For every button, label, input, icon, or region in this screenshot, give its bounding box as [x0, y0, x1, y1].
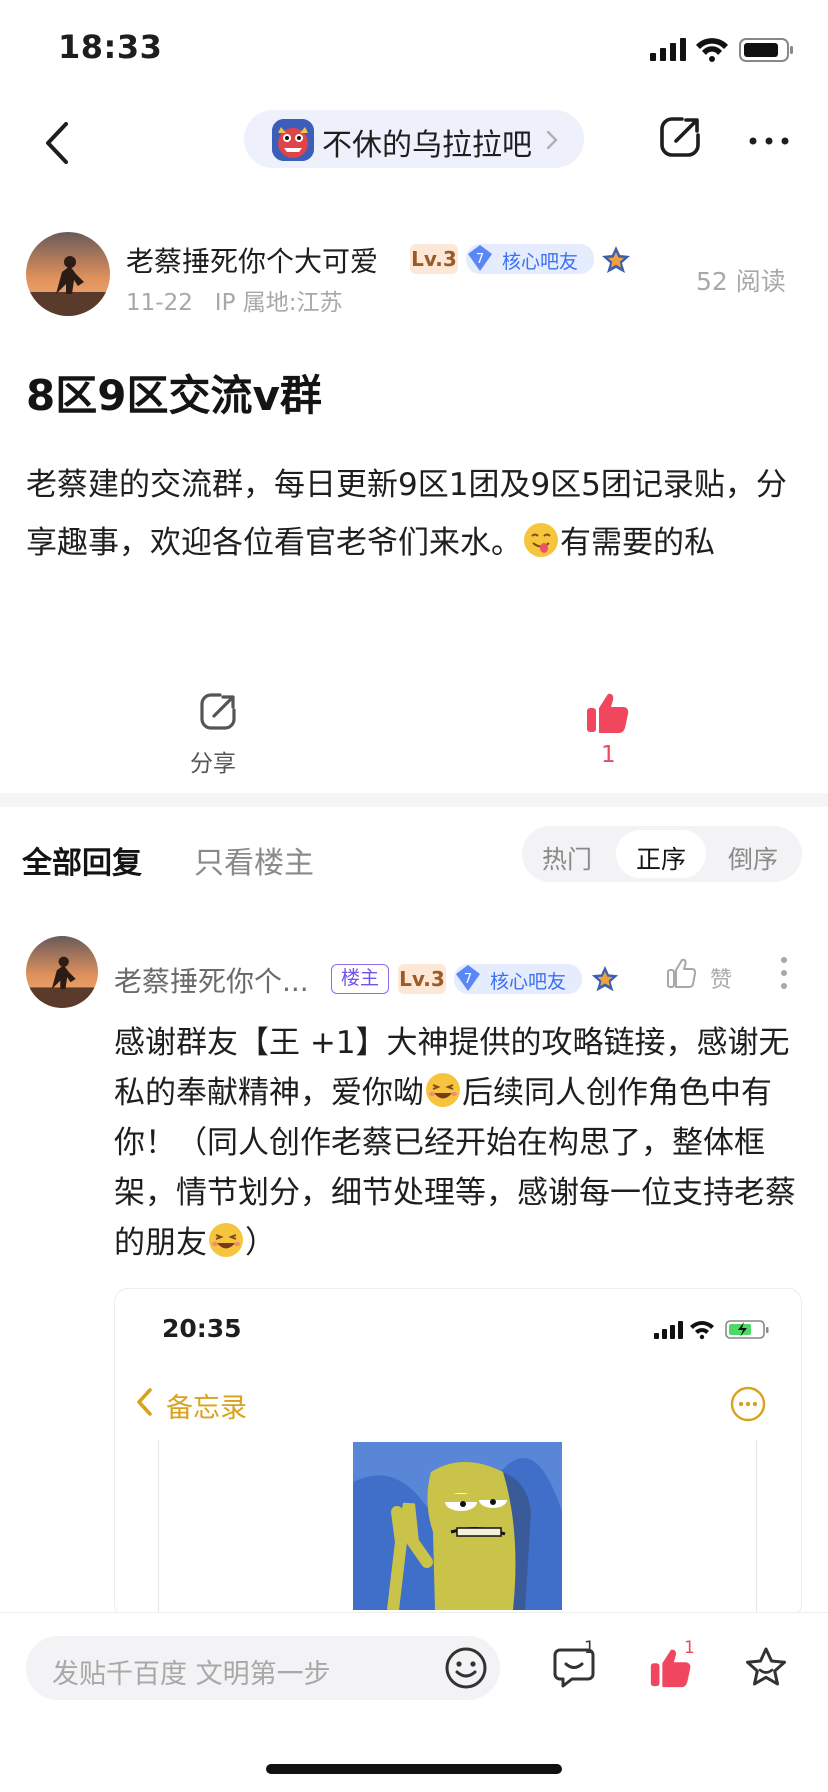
star-favorite-icon[interactable] [744, 1646, 788, 1690]
more-vertical-icon[interactable] [780, 956, 788, 990]
more-horizontal-icon[interactable] [748, 136, 790, 146]
post-title: 8区9区交流v群 [26, 371, 322, 420]
diamond-icon: 7 [456, 965, 480, 991]
forum-name[interactable]: 不休的乌拉拉吧 [322, 120, 532, 164]
thumbs-up-filled-icon[interactable] [584, 690, 630, 736]
wifi-icon [696, 38, 728, 62]
home-indicator [266, 1764, 562, 1774]
wifi-icon [690, 1321, 714, 1340]
like-count: 1 [601, 742, 616, 768]
post-body-text-end: 有需要的私 [560, 525, 715, 561]
reply-input-placeholder[interactable]: 发贴千百度 文明第一步 [52, 1652, 331, 1691]
emoji-icon[interactable] [444, 1646, 488, 1690]
op-badge: 楼主 [331, 964, 389, 994]
screenshot-status-time: 20:35 [162, 1314, 242, 1343]
rank-star-icon [591, 965, 619, 992]
back-chevron-icon[interactable] [38, 116, 78, 170]
status-time: 18:33 [58, 28, 163, 66]
screenshot-status-icons [654, 1320, 769, 1340]
section-divider [0, 793, 828, 807]
screenshot-margin-line [158, 1440, 159, 1620]
reply-avatar[interactable] [26, 936, 98, 1008]
author-name[interactable]: 老蔡捶死你个大可爱 [126, 240, 378, 280]
cellular-signal-icon [654, 1321, 683, 1339]
cellular-signal-icon [650, 38, 686, 61]
fish-meme-image [353, 1442, 562, 1610]
battery-icon [739, 38, 793, 62]
reply-core-member-badge: 7 核心吧友 [454, 964, 582, 994]
reply-author-name[interactable]: 老蔡捶死你个... [114, 960, 309, 1000]
screenshot-memo-label: 备忘录 [166, 1393, 247, 1424]
core-member-label: 核心吧友 [502, 251, 579, 273]
comment-count: 1 [584, 1638, 595, 1658]
reply-body: 感谢群友【王 +1】大神提供的攻略链接，感谢无私的奉献精神，爱你呦 后续同人创作… [114, 1018, 804, 1268]
diamond-icon: 7 [468, 245, 492, 271]
post-meta: 11-22 IP 属地:江苏 [126, 283, 343, 317]
sort-ascending[interactable]: 正序 [636, 840, 686, 876]
tab-owner-only[interactable]: 只看楼主 [194, 838, 314, 882]
laughing-emoji-icon [426, 1073, 460, 1107]
reply-fan-level-number: 7 [464, 972, 472, 987]
core-member-badge: 7 核心吧友 [466, 244, 594, 274]
screenshot-margin-line [756, 1440, 757, 1620]
charging-battery-icon [725, 1320, 769, 1339]
share-label[interactable]: 分享 [190, 744, 236, 778]
forum-avatar-icon [272, 119, 314, 161]
author-avatar[interactable] [26, 232, 110, 316]
share-action-icon[interactable] [196, 690, 240, 734]
reply-like-label[interactable]: 赞 [710, 962, 732, 994]
tab-all-replies[interactable]: 全部回复 [22, 838, 142, 882]
sort-hot[interactable]: 热门 [542, 840, 592, 876]
read-count: 52 阅读 [696, 267, 786, 296]
reply-core-member-label: 核心吧友 [490, 971, 567, 993]
post-body: 老蔡建的交流群，每日更新9区1团及9区5团记录贴，分享趣事，欢迎各位看官老爷们来… [26, 456, 806, 572]
ip-location: IP 属地:江苏 [214, 290, 343, 316]
post-date: 11-22 [126, 290, 193, 316]
reply-text-part3: ） [245, 1225, 276, 1261]
like-button-count: 1 [684, 1638, 695, 1658]
screenshot-more-circle-icon [730, 1386, 766, 1422]
tongue-out-emoji-icon [524, 523, 558, 557]
screenshot-back-chevron-icon [137, 1388, 152, 1416]
level-badge: Lv.3 [410, 244, 458, 274]
rank-star-icon [602, 246, 630, 273]
laughing-emoji-icon [209, 1223, 243, 1257]
chevron-right-icon [546, 130, 558, 150]
share-icon[interactable] [656, 113, 704, 161]
reply-level-badge: Lv.3 [398, 964, 446, 994]
sort-descending[interactable]: 倒序 [728, 840, 778, 876]
status-icons [650, 38, 793, 62]
fan-level-number: 7 [476, 252, 484, 267]
thumbs-up-outline-icon[interactable] [666, 957, 696, 989]
